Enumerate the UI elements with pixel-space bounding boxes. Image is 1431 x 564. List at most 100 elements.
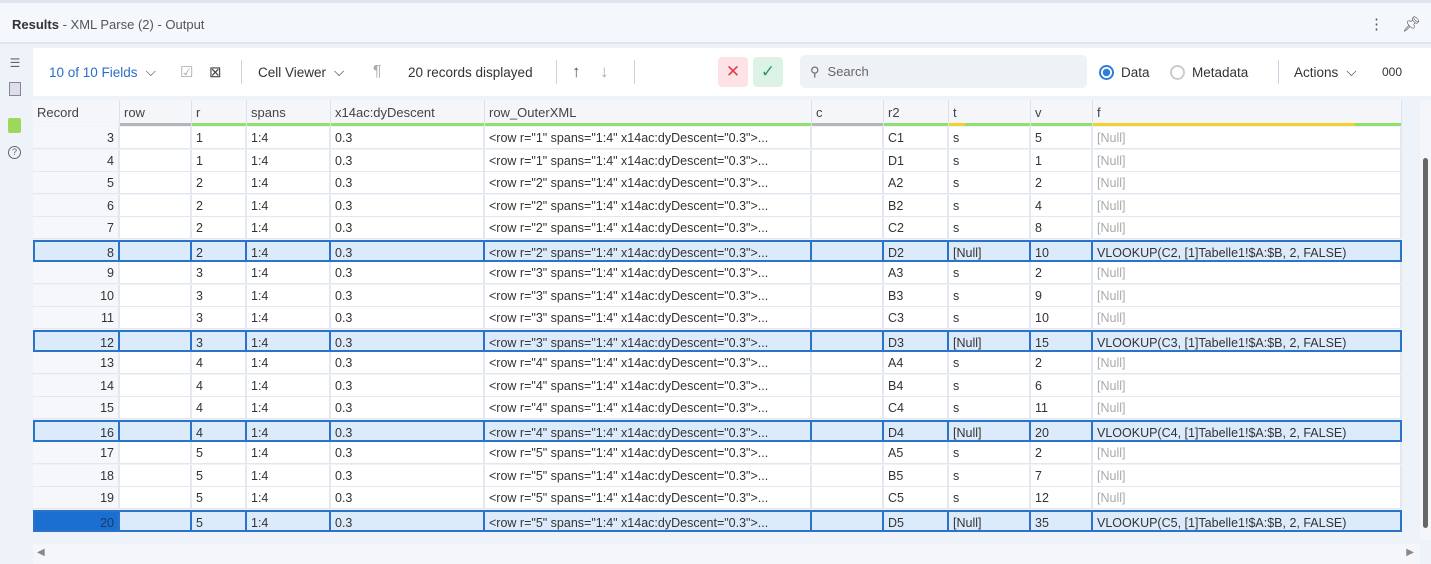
table-cell[interactable]: 1 <box>192 127 247 149</box>
table-icon[interactable] <box>9 82 21 96</box>
more-button[interactable]: 000 <box>1382 48 1402 96</box>
table-cell[interactable]: 0.3 <box>331 442 485 464</box>
table-cell[interactable]: 0.3 <box>331 352 485 374</box>
record-number-cell[interactable]: 4 <box>33 149 120 172</box>
table-cell[interactable] <box>812 329 884 352</box>
table-cell[interactable]: 3 <box>192 284 247 307</box>
table-cell[interactable] <box>120 397 192 419</box>
table-cell[interactable]: 1:4 <box>247 127 331 149</box>
table-cell[interactable]: 5 <box>192 442 247 464</box>
table-cell[interactable]: 2 <box>1031 172 1093 194</box>
table-cell[interactable]: 1 <box>192 149 247 172</box>
table-cell[interactable]: [Null] <box>1093 149 1402 172</box>
table-cell[interactable] <box>120 487 192 509</box>
table-cell[interactable]: A2 <box>884 172 949 194</box>
table-cell[interactable] <box>120 329 192 352</box>
table-cell[interactable]: A5 <box>884 442 949 464</box>
table-cell[interactable]: 1:4 <box>247 239 331 262</box>
scrollbar-thumb[interactable] <box>1423 158 1428 528</box>
table-cell[interactable]: <row r="4" spans="1:4" x14ac:dyDescent="… <box>485 374 812 397</box>
table-cell[interactable]: 4 <box>1031 194 1093 217</box>
table-cell[interactable] <box>120 464 192 487</box>
table-cell[interactable]: 6 <box>1031 374 1093 397</box>
table-cell[interactable]: <row r="3" spans="1:4" x14ac:dyDescent="… <box>485 284 812 307</box>
table-cell[interactable]: s <box>949 262 1031 284</box>
table-cell[interactable]: <row r="4" spans="1:4" x14ac:dyDescent="… <box>485 419 812 442</box>
table-cell[interactable]: s <box>949 464 1031 487</box>
table-cell[interactable]: 5 <box>1031 127 1093 149</box>
table-cell[interactable] <box>120 419 192 442</box>
table-cell[interactable] <box>120 374 192 397</box>
horizontal-scrollbar[interactable]: ◀ ▶ <box>33 544 1420 564</box>
table-cell[interactable]: s <box>949 397 1031 419</box>
table-cell[interactable]: 11 <box>1031 397 1093 419</box>
table-cell[interactable]: 0.3 <box>331 239 485 262</box>
table-cell[interactable]: [Null] <box>1093 172 1402 194</box>
table-cell[interactable]: [Null] <box>1093 487 1402 509</box>
table-cell[interactable] <box>812 239 884 262</box>
table-cell[interactable]: 5 <box>192 464 247 487</box>
table-cell[interactable]: <row r="5" spans="1:4" x14ac:dyDescent="… <box>485 487 812 509</box>
table-cell[interactable]: 0.3 <box>331 307 485 329</box>
table-cell[interactable]: [Null] <box>1093 442 1402 464</box>
fields-dropdown[interactable]: 10 of 10 Fields ⌵ <box>49 48 156 96</box>
table-cell[interactable]: 0.3 <box>331 464 485 487</box>
record-number-cell[interactable]: 18 <box>33 464 120 487</box>
table-cell[interactable]: [Null] <box>1093 127 1402 149</box>
table-cell[interactable] <box>120 442 192 464</box>
table-cell[interactable] <box>812 397 884 419</box>
table-cell[interactable] <box>120 352 192 374</box>
table-cell[interactable]: 10 <box>1031 307 1093 329</box>
table-cell[interactable]: 0.3 <box>331 127 485 149</box>
table-cell[interactable]: [Null] <box>949 509 1031 532</box>
select-all-icon[interactable]: ☑ <box>180 48 193 96</box>
table-cell[interactable] <box>120 509 192 532</box>
arrow-up-icon[interactable]: ↑ <box>572 48 581 96</box>
table-cell[interactable]: 5 <box>192 487 247 509</box>
table-cell[interactable] <box>812 307 884 329</box>
table-cell[interactable]: <row r="2" spans="1:4" x14ac:dyDescent="… <box>485 194 812 217</box>
table-cell[interactable]: 0.3 <box>331 262 485 284</box>
table-cell[interactable] <box>812 442 884 464</box>
table-cell[interactable] <box>120 262 192 284</box>
table-cell[interactable]: 0.3 <box>331 487 485 509</box>
table-cell[interactable]: 0.3 <box>331 397 485 419</box>
record-number-cell[interactable]: 12 <box>33 329 120 352</box>
table-cell[interactable]: 1:4 <box>247 442 331 464</box>
arrow-down-icon[interactable]: ↓ <box>600 48 609 96</box>
table-cell[interactable]: <row r="2" spans="1:4" x14ac:dyDescent="… <box>485 217 812 239</box>
table-cell[interactable]: s <box>949 127 1031 149</box>
table-cell[interactable]: s <box>949 487 1031 509</box>
table-cell[interactable]: 2 <box>1031 442 1093 464</box>
table-cell[interactable]: VLOOKUP(C2, [1]Tabelle1!$A:$B, 2, FALSE) <box>1093 239 1402 262</box>
table-cell[interactable]: [Null] <box>949 239 1031 262</box>
table-cell[interactable]: 0.3 <box>331 194 485 217</box>
table-cell[interactable] <box>812 374 884 397</box>
table-cell[interactable]: 1:4 <box>247 419 331 442</box>
column-header-v[interactable]: v <box>1031 100 1093 126</box>
table-cell[interactable]: <row r="5" spans="1:4" x14ac:dyDescent="… <box>485 442 812 464</box>
table-cell[interactable]: s <box>949 194 1031 217</box>
table-cell[interactable]: 1:4 <box>247 329 331 352</box>
table-cell[interactable]: B5 <box>884 464 949 487</box>
column-header-f[interactable]: f <box>1093 100 1402 126</box>
search-input[interactable]: ⚲ Search <box>800 55 1087 88</box>
table-cell[interactable]: VLOOKUP(C3, [1]Tabelle1!$A:$B, 2, FALSE) <box>1093 329 1402 352</box>
pin-icon[interactable]: 📌︎ <box>1402 15 1421 33</box>
column-header-row[interactable]: row <box>120 100 192 126</box>
table-cell[interactable]: 1:4 <box>247 509 331 532</box>
data-radio[interactable]: Data <box>1099 48 1150 96</box>
record-number-cell[interactable]: 9 <box>33 262 120 284</box>
table-cell[interactable]: s <box>949 172 1031 194</box>
table-cell[interactable]: B2 <box>884 194 949 217</box>
table-cell[interactable]: 1:4 <box>247 262 331 284</box>
column-header-row-outerxml[interactable]: row_OuterXML <box>485 100 812 126</box>
table-cell[interactable]: 2 <box>192 194 247 217</box>
table-cell[interactable]: <row r="3" spans="1:4" x14ac:dyDescent="… <box>485 262 812 284</box>
actions-dropdown[interactable]: Actions ⌵ <box>1294 48 1357 96</box>
record-number-cell[interactable]: 15 <box>33 397 120 419</box>
record-number-cell[interactable]: 14 <box>33 374 120 397</box>
table-cell[interactable]: B4 <box>884 374 949 397</box>
table-cell[interactable]: 1 <box>1031 149 1093 172</box>
table-cell[interactable]: 3 <box>192 262 247 284</box>
